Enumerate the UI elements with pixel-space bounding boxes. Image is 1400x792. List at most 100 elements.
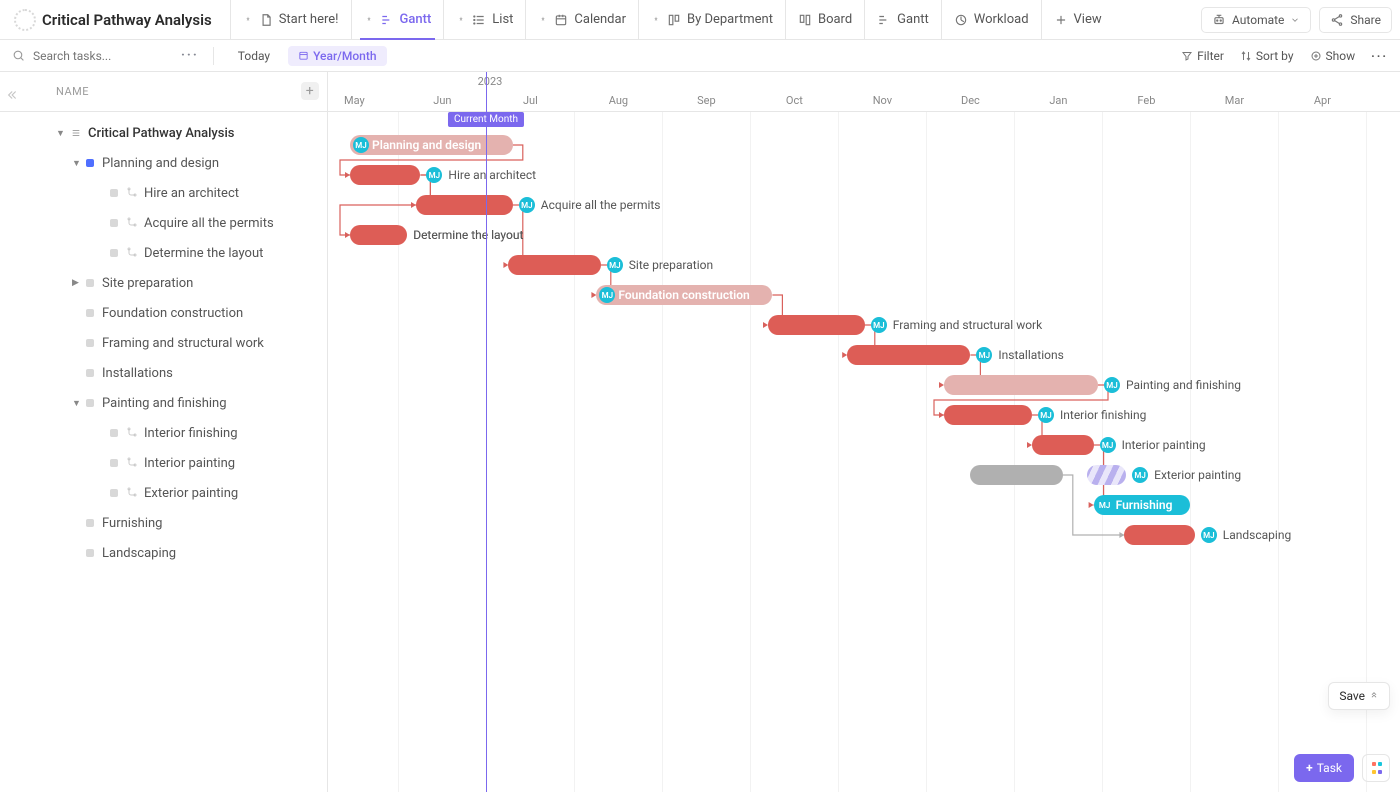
gantt-row: MJFoundation construction [328,280,1400,310]
tab-gantt2[interactable]: Gantt [864,0,941,39]
gantt-bar[interactable] [350,225,407,245]
share-button[interactable]: Share [1319,7,1392,33]
tab-workload[interactable]: Workload [941,0,1041,39]
gantt-bar[interactable] [350,165,420,185]
column-header-label: NAME [56,85,89,98]
tab-board[interactable]: Board [785,0,864,39]
tab-calendar[interactable]: Calendar [525,0,638,39]
search-input[interactable] [31,48,151,64]
gantt-bar[interactable]: MJFurnishing [1094,495,1191,515]
gantt-bar[interactable] [416,195,513,215]
gantt-row: MJPlanning and design [328,130,1400,160]
tree-item-label: Hire an architect [144,186,239,201]
gantt-bar[interactable] [1087,465,1127,485]
save-button[interactable]: Save [1328,682,1390,710]
tree-item[interactable]: Framing and structural work [0,328,327,358]
status-square-icon [110,249,118,257]
gantt-bar[interactable]: MJPlanning and design [350,135,513,155]
month-label: Feb [1137,94,1155,107]
month-label: Jun [433,94,451,107]
today-button[interactable]: Today [228,46,280,66]
task-sidebar: NAME + ▼Critical Pathway Analysis▼Planni… [0,72,328,792]
tab-bydept[interactable]: By Department [638,0,785,39]
gantt-bar[interactable] [944,405,1032,425]
tab-addview[interactable]: View [1041,0,1114,39]
page-title: Critical Pathway Analysis [42,11,212,29]
tree-item[interactable]: ▶Site preparation [0,268,327,298]
subtask-icon [126,247,138,259]
tree-root[interactable]: ▼Critical Pathway Analysis [0,118,327,148]
tree-item[interactable]: Acquire all the permits [0,208,327,238]
gantt-row: MJFraming and structural work [328,310,1400,340]
tree-item[interactable]: Interior painting [0,448,327,478]
status-square-icon [110,189,118,197]
tree-item[interactable]: Landscaping [0,538,327,568]
assignee-avatar: MJ [519,197,535,213]
gantt-bar[interactable] [768,315,865,335]
gantt-bar[interactable]: MJFoundation construction [596,285,772,305]
pin-icon [364,15,374,25]
main-area: NAME + ▼Critical Pathway Analysis▼Planni… [0,72,1400,792]
gantt-row: MJExterior painting [328,460,1400,490]
bar-label-inside: Furnishing [1116,495,1183,515]
gantt-bar[interactable] [1032,435,1094,455]
add-column-button[interactable]: + [301,82,319,100]
toolbar-more-button[interactable]: ··· [1371,49,1388,63]
filter-button[interactable]: Filter [1181,49,1224,63]
bar-label-inside: Planning and design [372,135,505,155]
tree-item[interactable]: Foundation construction [0,298,327,328]
gantt-viewport[interactable]: 2023MayJunJulAugSepOctNovDecJanFebMarApr… [328,72,1400,792]
automate-button[interactable]: Automate [1201,7,1311,33]
gantt-row: MJAcquire all the permits [328,190,1400,220]
tree-item-label: Furnishing [102,516,162,531]
new-task-button[interactable]: + Task [1294,754,1354,782]
tab-list[interactable]: List [443,0,525,39]
tab-label: View [1074,12,1102,27]
toolbar: ··· Today Year/Month Filter Sort by Show… [0,40,1400,72]
show-button[interactable]: Show [1310,49,1356,63]
task-label: Task [1317,761,1342,775]
pin-icon [456,15,466,25]
tree-item[interactable]: Determine the layout [0,238,327,268]
tree-item[interactable]: ▼Painting and finishing [0,388,327,418]
share-icon [1330,13,1344,27]
list-icon [472,13,486,27]
tab-label: Workload [974,12,1029,27]
assignee-avatar: MJ [353,137,369,153]
automate-label: Automate [1232,13,1284,27]
assignee-avatar: MJ [1201,527,1217,543]
tree-item[interactable]: Installations [0,358,327,388]
tree-item-label: Determine the layout [144,246,263,261]
timescale-button[interactable]: Year/Month [288,46,386,66]
separator [213,47,214,65]
gantt-bar[interactable] [944,375,1098,395]
tab-start[interactable]: Start here! [230,0,351,39]
calendar-small-icon [298,50,309,61]
chevron-down-icon [1290,15,1300,25]
tab-gantt[interactable]: Gantt [351,0,444,39]
share-label: Share [1350,13,1381,27]
caret-down-icon: ▼ [72,398,82,409]
assignee-avatar: MJ [976,347,992,363]
search-more-button[interactable]: ··· [181,48,199,63]
assignee-avatar: MJ [1097,497,1113,513]
gantt-rows: MJPlanning and designMJHire an architect… [328,130,1400,550]
gantt-bar[interactable] [1124,525,1194,545]
tree-item[interactable]: ▼Planning and design [0,148,327,178]
tree-item[interactable]: Furnishing [0,508,327,538]
status-square-icon [110,219,118,227]
tree-item[interactable]: Hire an architect [0,178,327,208]
gantt-bar[interactable] [970,465,1062,485]
subtask-icon [126,187,138,199]
apps-button[interactable] [1362,754,1390,782]
gantt-bar[interactable] [847,345,970,365]
gantt-bar[interactable] [508,255,600,275]
search-box[interactable] [12,48,151,64]
sortby-button[interactable]: Sort by [1240,49,1294,63]
tree-item[interactable]: Interior finishing [0,418,327,448]
tree-item[interactable]: Exterior painting [0,478,327,508]
board2-icon [798,13,812,27]
plus-icon [1054,13,1068,27]
status-square-icon [86,519,94,527]
bar-label-outside: MJHire an architect [426,165,536,185]
